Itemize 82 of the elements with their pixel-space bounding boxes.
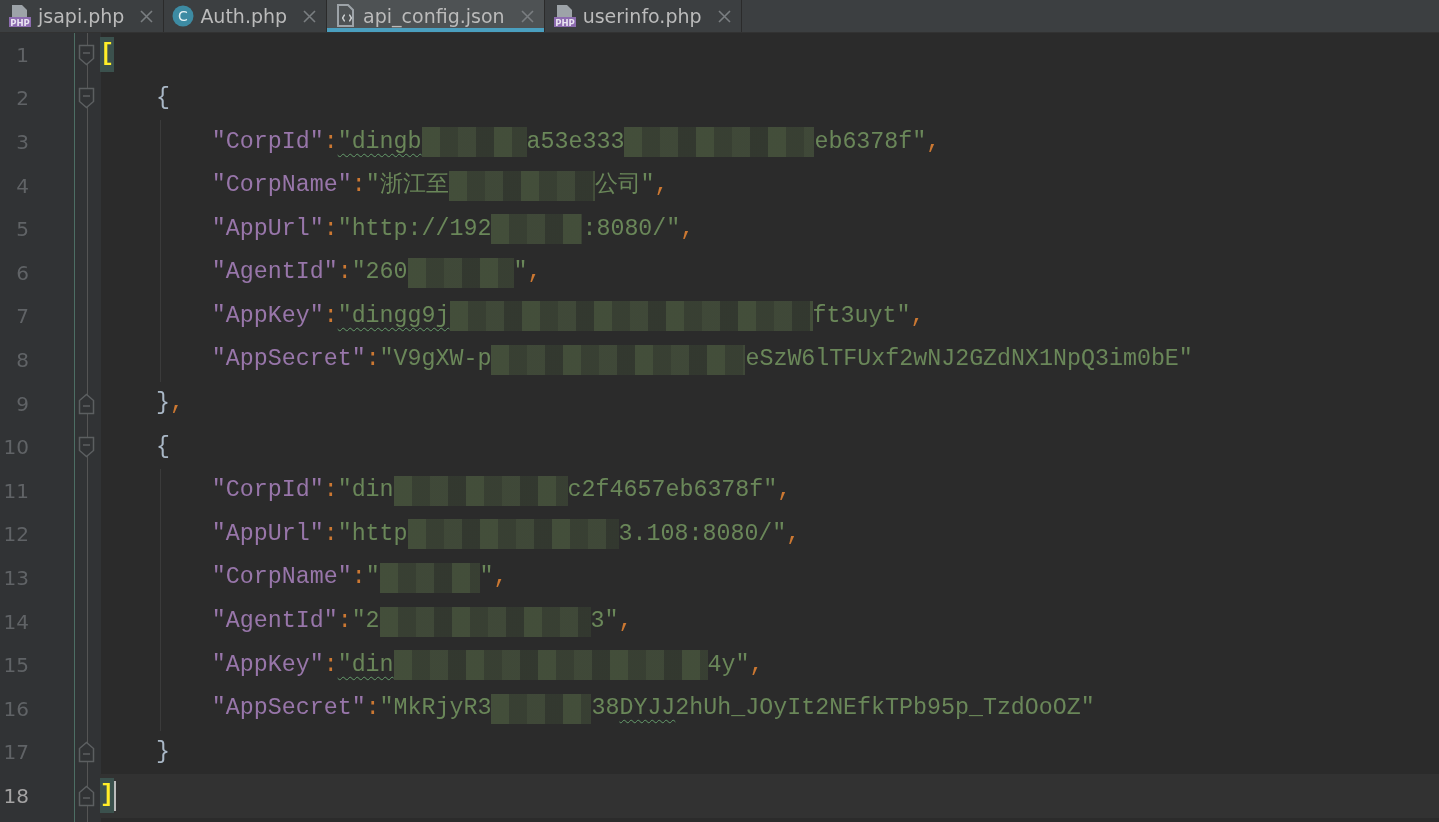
- json-key: "CorpId": [211, 473, 324, 509]
- json-key: "AppUrl": [211, 516, 324, 552]
- punctuation: ,: [527, 258, 542, 288]
- string-value: "http: [337, 519, 408, 549]
- brace: }: [155, 737, 170, 767]
- json-key: "AgentId": [211, 255, 338, 291]
- unfold-icon[interactable]: [78, 741, 95, 764]
- bracket: ]: [100, 778, 114, 814]
- string-value: "dingb: [337, 127, 422, 157]
- string-value: "dingg9j: [337, 301, 450, 331]
- bracket: [: [100, 37, 114, 73]
- punctuation: :: [337, 258, 352, 288]
- punctuation: ,: [926, 127, 941, 157]
- punctuation: ,: [777, 476, 792, 506]
- string-value: ": [365, 563, 380, 593]
- fold-icon[interactable]: [78, 87, 95, 110]
- string-value: "浙江至: [365, 171, 449, 201]
- close-icon[interactable]: [520, 9, 534, 23]
- punctuation: :: [337, 607, 352, 637]
- string-value: "MkRjyR3: [379, 694, 492, 724]
- unfold-icon[interactable]: [78, 392, 95, 415]
- json-key: "AppSecret": [211, 342, 366, 378]
- file-tab[interactable]: api_config.json: [327, 0, 545, 32]
- string-value: "V9gXW-p: [379, 345, 492, 375]
- class-icon: C: [172, 5, 195, 27]
- string-value: 3.108:8080/": [618, 519, 787, 549]
- string-value: "2: [351, 607, 380, 637]
- close-icon[interactable]: [303, 9, 317, 23]
- text-caret: [114, 780, 116, 811]
- punctuation: ,: [680, 214, 695, 244]
- string-value: 4y": [707, 650, 750, 680]
- string-value: 公司": [594, 171, 655, 201]
- punctuation: ,: [910, 301, 925, 331]
- unfold-icon[interactable]: [78, 784, 95, 807]
- punctuation: ,: [493, 563, 508, 593]
- json-key: "CorpName": [211, 560, 352, 596]
- string-value: ": [513, 258, 528, 288]
- punctuation: ,: [654, 171, 669, 201]
- brace: }: [155, 389, 170, 419]
- punctuation: ,: [786, 519, 801, 549]
- punctuation: :: [351, 171, 366, 201]
- punctuation: :: [365, 345, 380, 375]
- punctuation: :: [323, 650, 338, 680]
- string-value: DYJJ: [619, 694, 676, 724]
- punctuation: ,: [618, 607, 633, 637]
- string-value: 38: [591, 694, 620, 724]
- string-value: ": [479, 563, 494, 593]
- string-value: "260: [351, 258, 408, 288]
- punctuation: ,: [169, 389, 184, 419]
- punctuation: :: [323, 127, 338, 157]
- punctuation: :: [323, 214, 338, 244]
- close-icon[interactable]: [717, 9, 731, 23]
- string-value: 2hUh_JOyIt2NEfkTPb95p_TzdOoOZ": [675, 694, 1095, 724]
- string-value: eSzW6lTFUxf2wNJ2GZdNX1NpQ3im0bE": [745, 345, 1193, 375]
- punctuation: :: [365, 694, 380, 724]
- punctuation: :: [323, 301, 338, 331]
- line-number: 18: [3, 782, 29, 810]
- json-key: "AppKey": [211, 647, 324, 683]
- json-key: "AppUrl": [211, 211, 324, 247]
- punctuation: ,: [749, 650, 764, 680]
- string-value: c2f4657eb6378f": [567, 476, 778, 506]
- json-key: "CorpName": [211, 168, 352, 204]
- json-key: "AppKey": [211, 298, 324, 334]
- string-value: 3": [590, 607, 619, 637]
- punctuation: :: [323, 476, 338, 506]
- json-key: "CorpId": [211, 124, 324, 160]
- string-value: "http://192: [337, 214, 492, 244]
- punctuation: :: [351, 563, 366, 593]
- close-icon[interactable]: [140, 9, 154, 23]
- fold-icon[interactable]: [78, 436, 95, 459]
- string-value: :8080/": [582, 214, 681, 244]
- string-value: eb6378f": [814, 127, 927, 157]
- string-value: ft3uyt": [812, 301, 911, 331]
- string-value: "din: [337, 650, 394, 680]
- string-value: a53e333: [526, 127, 625, 157]
- punctuation: :: [323, 519, 338, 549]
- json-key: "AgentId": [211, 604, 338, 639]
- string-value: "din: [337, 476, 394, 506]
- brace: {: [155, 432, 170, 462]
- json-key: "AppSecret": [211, 691, 366, 727]
- brace: {: [155, 83, 170, 113]
- fold-icon[interactable]: [78, 43, 95, 66]
